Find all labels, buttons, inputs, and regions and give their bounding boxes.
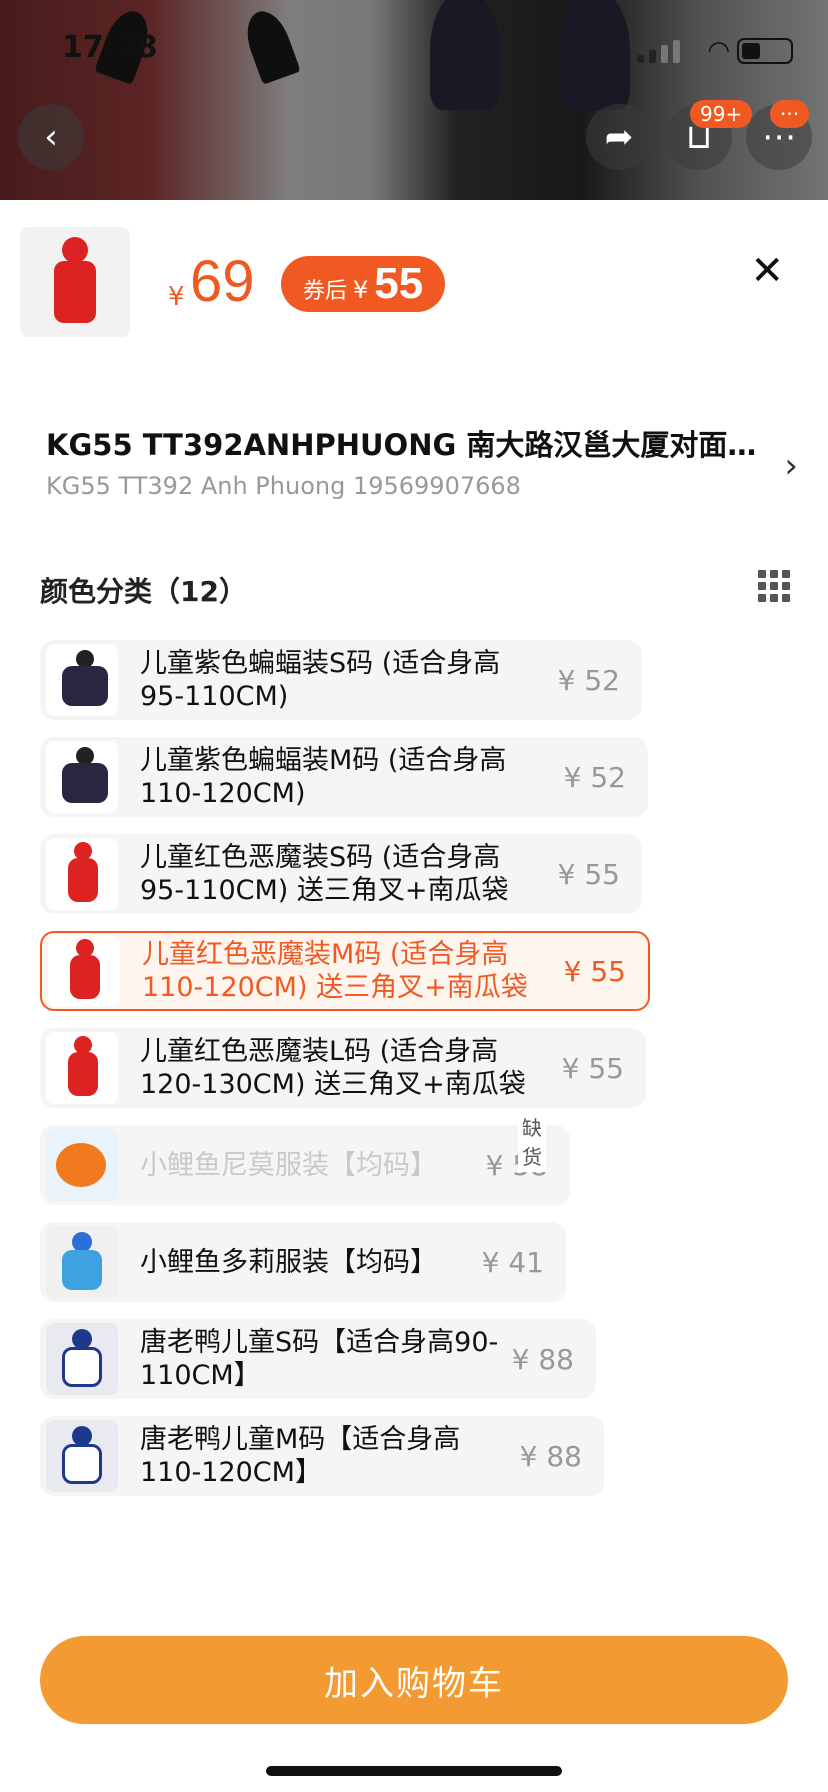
sku-option[interactable]: 唐老鸭儿童M码【适合身高110-120CM】 ¥ 88 [40,1416,604,1496]
option-price: ¥ 41 [481,1245,544,1279]
option-price: ¥ 55 [557,857,620,891]
address-title: KG55 TT392ANHPHUONG 南大路汉邕大厦对面… [46,428,757,462]
option-price: ¥ 88 [511,1342,574,1376]
option-name: 小鲤鱼多莉服装【均码】 [140,1246,437,1278]
option-thumbnail [46,1323,118,1395]
option-price: ¥ 88 [519,1439,582,1473]
option-name: 儿童红色恶魔装S码 (适合身高95-110CM) 送三角叉+南瓜袋 [140,842,509,906]
header-area: 17:28 ◠ ‹ ➦ ⊔ 99+ ⋯ ··· [0,0,828,200]
option-price: ¥ 55 [561,1051,624,1085]
chevron-right-icon[interactable]: › [784,446,798,486]
cellular-signal-icon [637,40,680,63]
product-thumbnail[interactable] [20,227,130,337]
close-icon: ✕ [750,248,784,294]
coupon-currency: ¥ [353,276,369,304]
option-thumbnail [46,741,118,813]
wifi-icon: ◠ [707,36,730,66]
share-button[interactable]: ➦ [586,104,652,170]
shipping-address[interactable]: KG55 TT392ANHPHUONG 南大路汉邕大厦对面… KG55 TT39… [46,422,766,500]
option-thumbnail [46,838,118,910]
coupon-label: 券后 [303,279,348,304]
status-bar: 17:28 ◠ [0,0,828,96]
sku-option[interactable]: 儿童紫色蝙蝠装M码 (适合身高110-120CM) ¥ 52 [40,737,648,817]
option-name: 唐老鸭儿童M码【适合身高110-120CM】 [140,1424,461,1488]
option-price: ¥ 52 [563,760,626,794]
option-thumbnail [46,1226,118,1298]
back-button[interactable]: ‹ [18,104,84,170]
status-time: 17:28 [62,30,158,65]
sku-option[interactable]: 儿童红色恶魔装S码 (适合身高95-110CM) 送三角叉+南瓜袋 ¥ 55 [40,834,642,914]
grid-view-icon[interactable] [758,570,790,602]
home-indicator[interactable] [266,1766,562,1776]
option-name: 儿童红色恶魔装L码 (适合身高120-130CM) 送三角叉+南瓜袋 [140,1036,526,1100]
cart-count-badge: 99+ [690,100,753,128]
coupon-price-badge: 券后 ¥ 55 [281,256,446,312]
out-of-stock-label: 缺货 [518,1110,546,1172]
close-button[interactable]: ✕ [750,248,784,294]
product-price: 69 [190,249,255,314]
sku-option[interactable]: 唐老鸭儿童S码【适合身高90-110CM】 ¥ 88 [40,1319,596,1399]
sku-option[interactable]: 儿童红色恶魔装L码 (适合身高120-130CM) 送三角叉+南瓜袋 ¥ 55 [40,1028,646,1108]
option-price: ¥ 52 [557,663,620,697]
option-thumbnail [46,1032,118,1104]
battery-icon [737,38,793,64]
price-currency: ¥ [168,282,185,312]
share-icon: ➦ [604,117,634,157]
add-to-cart-button[interactable]: 加入购物车 [40,1636,788,1724]
option-thumbnail [46,1420,118,1492]
option-thumbnail [48,935,120,1007]
more-badge: ··· [770,100,810,128]
option-thumbnail [46,644,118,716]
sku-sheet: ¥ 69 券后 ¥ 55 ✕ KG55 TT392ANHPHUONG 南大路汉邕… [0,200,828,1792]
devil-costume-image [50,237,100,332]
sku-option-selected[interactable]: 儿童红色恶魔装M码 (适合身高110-120CM) 送三角叉+南瓜袋 ¥ 55 [40,931,650,1011]
sku-option[interactable]: 小鲤鱼多莉服装【均码】 ¥ 41 [40,1222,566,1302]
sku-option-out-of-stock[interactable]: 小鲤鱼尼莫服装【均码】 ¥ 58 [40,1125,570,1205]
option-thumbnail [46,1129,118,1201]
coupon-price: 55 [374,259,424,308]
option-name: 唐老鸭儿童S码【适合身高90-110CM】 [140,1327,499,1391]
chevron-left-icon: ‹ [44,117,58,157]
section-title: 颜色分类（12） [40,575,247,608]
option-name: 儿童紫色蝙蝠装M码 (适合身高110-120CM) [140,745,507,809]
option-name: 儿童紫色蝙蝠装S码 (适合身高95-110CM) [140,648,501,712]
option-price: ¥ 55 [563,954,626,988]
option-name: 儿童红色恶魔装M码 (适合身高110-120CM) 送三角叉+南瓜袋 [142,939,528,1003]
sku-option[interactable]: 儿童紫色蝙蝠装S码 (适合身高95-110CM) ¥ 52 [40,640,642,720]
address-subtitle: KG55 TT392 Anh Phuong 19569907668 [46,472,521,500]
option-name: 小鲤鱼尼莫服装【均码】 [140,1149,437,1181]
